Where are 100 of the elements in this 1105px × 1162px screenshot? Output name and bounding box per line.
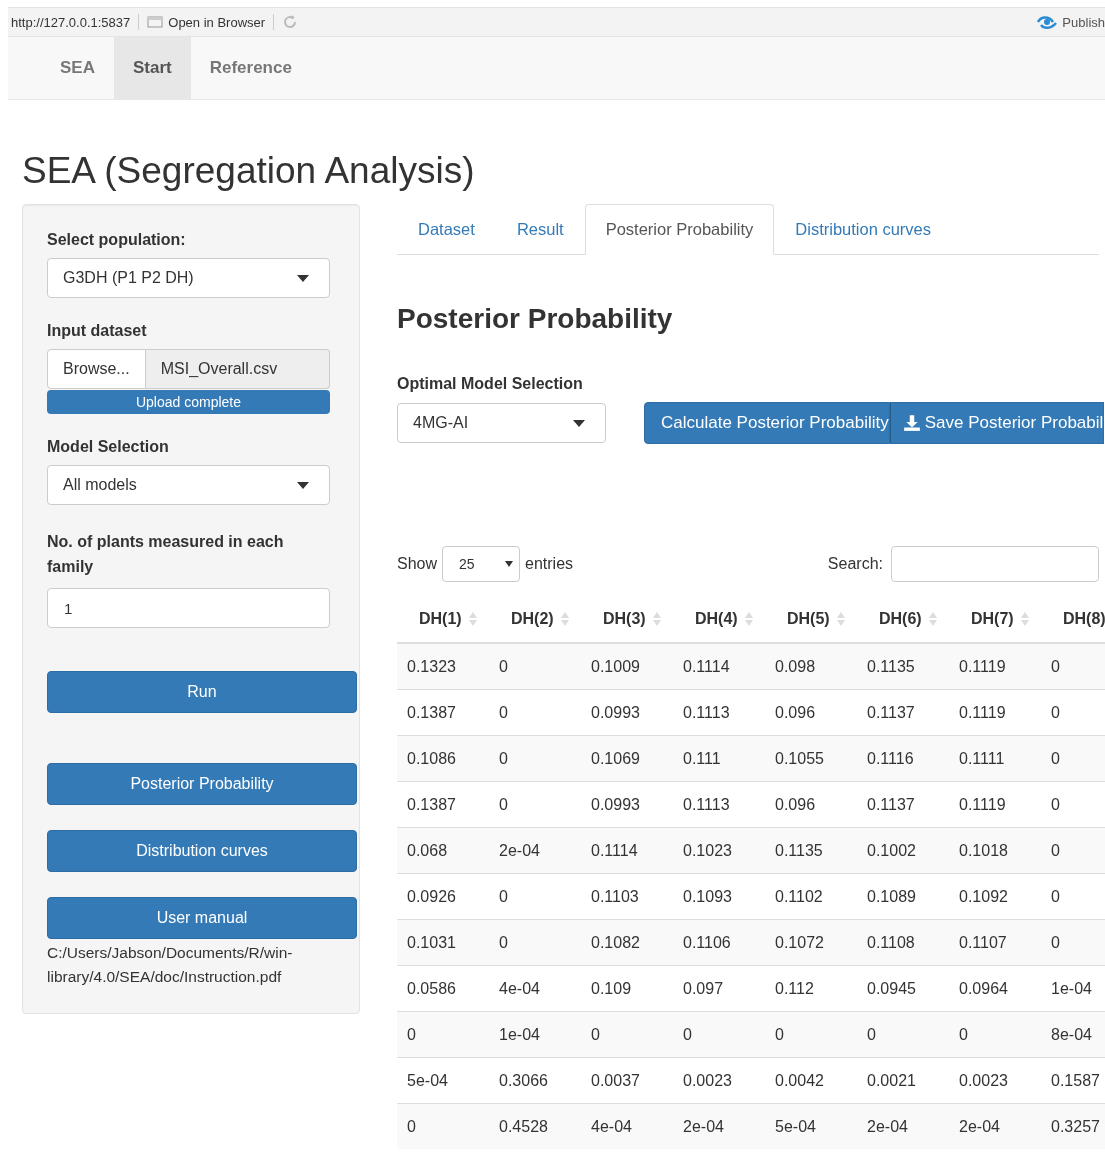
- table-cell: 0: [1041, 827, 1105, 874]
- brand-link[interactable]: SEA: [45, 37, 114, 99]
- table-cell: 0: [581, 1011, 673, 1058]
- table-cell: 0: [1041, 735, 1105, 782]
- header-text: DH(7): [971, 610, 1014, 628]
- sidebar-button[interactable]: Distribution curves: [47, 830, 357, 872]
- table-cell: 0: [857, 1011, 949, 1058]
- tab[interactable]: Dataset: [397, 204, 496, 255]
- header-text: DH(5): [787, 610, 830, 628]
- sidebar-button[interactable]: User manual: [47, 897, 357, 939]
- file-path: C:/Users/Jabson/Documents/R/win-library/4.0/SEA/doc/Instruction.pdf: [47, 943, 294, 987]
- field-label: Input dataset: [47, 322, 148, 340]
- table-cell: 0.1106: [673, 919, 765, 966]
- dropdown[interactable]: G3DH (P1 P2 DH): [47, 258, 330, 298]
- caret-icon: [297, 274, 309, 282]
- table-cell: 0.1107: [949, 919, 1041, 966]
- caret-icon: [297, 481, 309, 489]
- header-text: DH(3): [603, 610, 646, 628]
- table-cell: 0: [489, 643, 581, 690]
- tab[interactable]: Posterior Probability: [584, 204, 775, 255]
- browse-button[interactable]: Browse...: [47, 349, 146, 389]
- publish-icon: [1036, 14, 1059, 30]
- save-button[interactable]: Save Posterior Probabil: [889, 402, 1105, 444]
- table-cell: 0.1114: [581, 827, 673, 874]
- table-cell: 5e-04: [765, 1103, 857, 1149]
- table-cell: 0.3257: [1041, 1103, 1105, 1149]
- table-cell: 8e-04: [1041, 1011, 1105, 1058]
- sort-icon[interactable]: [836, 612, 845, 626]
- table-cell: 0: [397, 1103, 489, 1149]
- header-text: DH(2): [511, 610, 554, 628]
- table-cell: 0.1031: [397, 919, 489, 966]
- table-cell: 0.4528: [489, 1103, 581, 1149]
- table-cell: 1e-04: [489, 1011, 581, 1058]
- table-cell: 0.1114: [673, 643, 765, 690]
- table-cell: 0: [765, 1011, 857, 1058]
- field-label: Model Selection: [47, 438, 170, 456]
- publish-button[interactable]: Publish: [1036, 14, 1105, 30]
- tab[interactable]: Result: [495, 204, 585, 255]
- table-cell: 0: [1041, 643, 1105, 690]
- table-cell: 0.1023: [673, 827, 765, 874]
- table-cell: 0.1018: [949, 827, 1041, 874]
- table-cell: 0.1116: [857, 735, 949, 782]
- run-button[interactable]: Run: [47, 671, 357, 713]
- window-icon: [147, 16, 164, 28]
- search-field[interactable]: [891, 546, 1099, 582]
- table-cell: 0.1082: [581, 919, 673, 966]
- field-label: Optimal Model Selection: [397, 375, 584, 393]
- caret-icon: [505, 561, 514, 567]
- sort-icon[interactable]: [652, 612, 661, 626]
- sidebar-button[interactable]: Posterior Probability: [47, 763, 357, 805]
- sort-icon[interactable]: [560, 612, 569, 626]
- table-cell: 0.1002: [857, 827, 949, 874]
- dropdown[interactable]: 4MG-AI: [397, 403, 606, 443]
- dropdown[interactable]: All models: [47, 465, 330, 505]
- table-cell: 0.1135: [857, 643, 949, 690]
- show-label: Show: [397, 555, 438, 573]
- upload-status: Upload complete: [134, 393, 243, 412]
- table-cell: 0: [949, 1011, 1041, 1058]
- table-cell: 0: [397, 1011, 489, 1058]
- table-cell: 0.068: [397, 827, 489, 874]
- table-cell: 0.1323: [397, 643, 489, 690]
- table-cell: 0.1069: [581, 735, 673, 782]
- table-cell: 0: [673, 1011, 765, 1058]
- table-cell: 0.1055: [765, 735, 857, 782]
- table-cell: 0.1086: [397, 735, 489, 782]
- table-cell: 0.1009: [581, 643, 673, 690]
- sort-icon[interactable]: [928, 612, 937, 626]
- table-cell: 2e-04: [673, 1103, 765, 1149]
- table-cell: 0: [489, 735, 581, 782]
- header-text: DH(8): [1063, 610, 1105, 628]
- header-text: DH(1): [419, 610, 462, 628]
- plants-input[interactable]: 1: [47, 588, 330, 628]
- table-cell: 0: [1041, 919, 1105, 966]
- search-label: Search:: [827, 555, 883, 573]
- page-size-select[interactable]: 25: [442, 546, 521, 582]
- table-cell: 0.1111: [949, 735, 1041, 782]
- header-text: DH(4): [695, 610, 738, 628]
- field-label: No. of plants measured in each family: [47, 532, 285, 577]
- header-text: DH(6): [879, 610, 922, 628]
- table-cell: 4e-04: [581, 1103, 673, 1149]
- calculate-button[interactable]: Calculate Posterior Probability: [644, 402, 890, 444]
- table-cell: 0.111: [673, 735, 765, 782]
- table-cell: 0: [489, 919, 581, 966]
- sort-icon[interactable]: [744, 612, 753, 626]
- table-cell: 0.1072: [765, 919, 857, 966]
- refresh-icon[interactable]: [282, 14, 299, 30]
- page-title: SEA (Segregation Analysis): [22, 150, 476, 192]
- tab[interactable]: Distribution curves: [774, 204, 953, 255]
- table-cell: 2e-04: [857, 1103, 949, 1149]
- sort-icon[interactable]: [468, 612, 477, 626]
- table-cell: 2e-04: [489, 827, 581, 874]
- table-cell: 0.1119: [949, 643, 1041, 690]
- url-text: http://127.0.0.1:5837: [11, 14, 131, 30]
- sort-icon[interactable]: [1020, 612, 1029, 626]
- caret-icon: [573, 419, 585, 427]
- table-cell: 0.098: [765, 643, 857, 690]
- table-cell: 2e-04: [949, 1103, 1041, 1149]
- open-in-browser-button[interactable]: Open in Browser: [147, 14, 266, 30]
- nav-tab[interactable]: Reference: [190, 37, 311, 99]
- nav-tab[interactable]: Start: [113, 37, 191, 99]
